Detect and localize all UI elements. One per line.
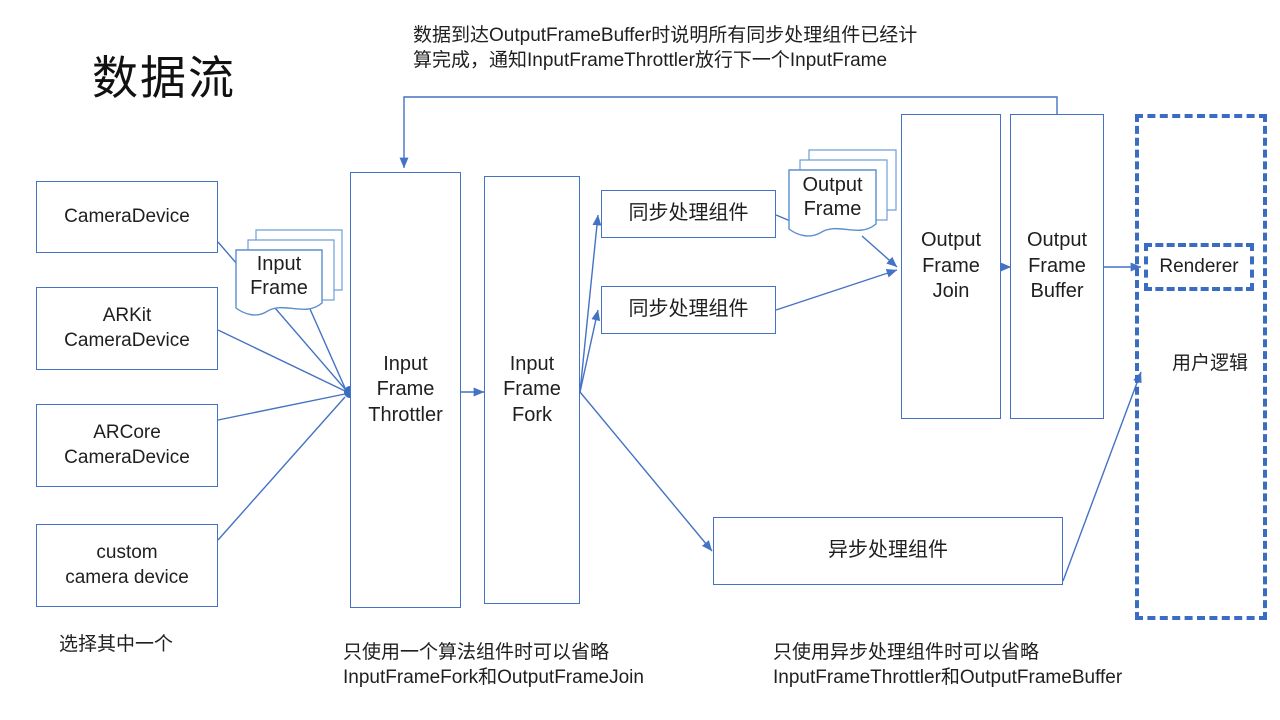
node-input-frame-fork[interactable]: Input Frame Fork bbox=[484, 176, 580, 604]
node-sync-processor-1[interactable]: 同步处理组件 bbox=[601, 190, 776, 238]
node-sync-processor-2[interactable]: 同步处理组件 bbox=[601, 286, 776, 334]
node-input-frame-throttler-label: Input Frame Throttler bbox=[368, 352, 443, 426]
node-custom-camera-device-label: custom camera device bbox=[65, 542, 189, 588]
node-renderer-label: Renderer bbox=[1159, 255, 1239, 277]
wire-custom-to-junction bbox=[217, 396, 346, 541]
container-user-logic-label: 用户逻辑 bbox=[1171, 353, 1248, 374]
wire-fork-to-async bbox=[579, 391, 713, 552]
node-sync-processor-2-label: 同步处理组件 bbox=[628, 298, 749, 321]
node-input-frame-fork-label: Input Frame Fork bbox=[503, 352, 561, 426]
node-arkit-camera-device[interactable]: ARKit CameraDevice bbox=[36, 287, 218, 370]
node-camera-device[interactable]: CameraDevice bbox=[36, 181, 218, 253]
node-renderer[interactable]: Renderer bbox=[1144, 243, 1254, 291]
node-async-processor-label: 异步处理组件 bbox=[828, 539, 948, 562]
caption-fork-note: 只使用一个算法组件时可以省略 InputFrameFork和OutputFram… bbox=[343, 642, 644, 689]
artifact-input-frame[interactable]: Input Frame bbox=[234, 228, 344, 318]
page-title: 数据流 bbox=[92, 52, 236, 104]
caption-sources: 选择其中一个 bbox=[59, 634, 174, 655]
node-arkit-camera-device-label: ARKit CameraDevice bbox=[64, 305, 190, 351]
diagram-canvas: 数据流 数据到达OutputFrameBuffer时说明所有同步处理组件已经计 … bbox=[0, 0, 1280, 720]
node-sync-processor-1-label: 同步处理组件 bbox=[628, 202, 749, 225]
wire-arkit-to-junction bbox=[217, 329, 346, 392]
node-custom-camera-device[interactable]: custom camera device bbox=[36, 524, 218, 607]
node-camera-device-label: CameraDevice bbox=[64, 205, 190, 227]
wire-arcore-to-junction bbox=[217, 393, 346, 421]
node-output-frame-join[interactable]: Output Frame Join bbox=[901, 114, 1001, 419]
wire-fork-to-sync-2 bbox=[579, 309, 601, 393]
wire-fork-to-sync-1 bbox=[579, 214, 602, 393]
node-output-frame-buffer-label: Output Frame Buffer bbox=[1026, 229, 1088, 303]
top-note: 数据到达OutputFrameBuffer时说明所有同步处理组件已经计 算完成，… bbox=[413, 25, 918, 72]
node-output-frame-buffer[interactable]: Output Frame Buffer bbox=[1010, 114, 1104, 419]
artifact-output-frame[interactable]: Output Frame bbox=[787, 148, 899, 240]
node-output-frame-join-label: Output Frame Join bbox=[920, 229, 982, 303]
node-arcore-camera-device[interactable]: ARCore CameraDevice bbox=[36, 404, 218, 487]
artifact-input-frame-label: Input Frame bbox=[250, 253, 308, 299]
node-async-processor[interactable]: 异步处理组件 bbox=[713, 517, 1063, 585]
wire-sync-2-to-join bbox=[775, 268, 898, 311]
node-arcore-camera-device-label: ARCore CameraDevice bbox=[64, 422, 190, 468]
artifact-output-frame-label: Output Frame bbox=[802, 174, 863, 220]
node-input-frame-throttler[interactable]: Input Frame Throttler bbox=[350, 172, 461, 608]
caption-async-note: 只使用异步处理组件时可以省略 InputFrameThrottler和Outpu… bbox=[773, 642, 1123, 689]
